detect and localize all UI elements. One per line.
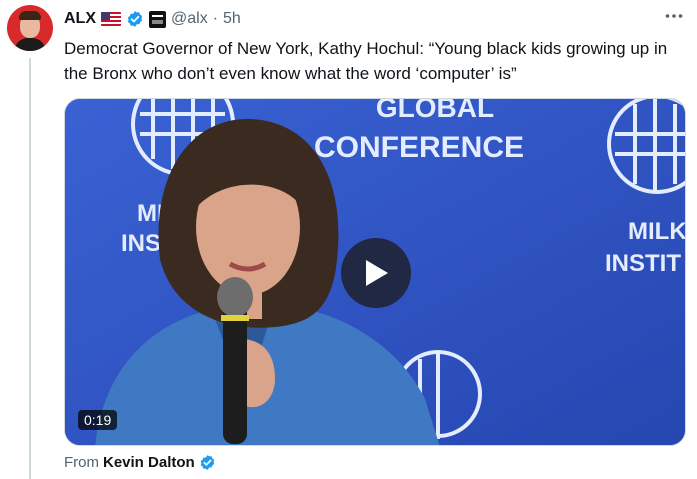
play-icon <box>366 260 388 286</box>
tweet-header: ALX @alx · 5h <box>64 8 241 30</box>
tweet-text: Democrat Governor of New York, Kathy Hoc… <box>64 39 668 83</box>
attribution-source[interactable]: Kevin Dalton <box>103 454 195 471</box>
verified-badge-icon[interactable] <box>126 10 144 28</box>
avatar-shirt <box>14 38 46 51</box>
thread-line <box>29 58 31 479</box>
verified-badge-icon <box>200 455 214 470</box>
backdrop-milken-right-2: INSTIT <box>605 250 681 277</box>
avatar[interactable] <box>7 5 53 51</box>
attribution-prefix: From <box>64 454 99 471</box>
author-name[interactable]: ALX <box>64 10 96 28</box>
play-button[interactable] <box>341 238 411 308</box>
backdrop-conference: CONFERENCE <box>314 131 524 164</box>
affiliate-badge-icon[interactable] <box>149 10 166 28</box>
backdrop-global: GLOBAL <box>376 99 494 123</box>
video-player[interactable]: GLOBAL CONFERENCE MIL INST MILK INSTIT 0… <box>64 98 686 446</box>
more-options-icon[interactable] <box>663 6 685 26</box>
author-handle[interactable]: @alx <box>171 10 208 28</box>
avatar-hair <box>19 11 41 20</box>
timestamp[interactable]: 5h <box>223 10 241 28</box>
video-attribution: From Kevin Dalton <box>64 454 216 471</box>
video-duration: 0:19 <box>78 410 118 430</box>
backdrop-milken-right-1: MILK <box>628 218 686 245</box>
us-flag-icon <box>101 12 121 26</box>
separator-dot: · <box>212 10 219 27</box>
